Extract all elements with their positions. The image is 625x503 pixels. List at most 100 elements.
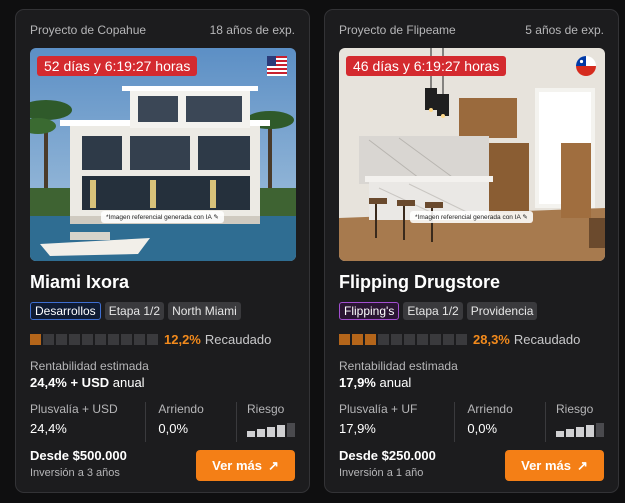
view-more-label: Ver más	[521, 458, 571, 473]
progress-segment	[365, 334, 376, 345]
risk-bar	[267, 427, 275, 437]
progress-segment	[56, 334, 67, 345]
investment-horizon: Inversión a 3 años	[30, 467, 120, 479]
progress-segment	[134, 334, 145, 345]
yield-label: Rentabilidad estimada	[339, 359, 458, 373]
view-more-button[interactable]: Ver más ↗	[505, 450, 604, 481]
min-investment: Desde $250.000	[339, 448, 436, 463]
progress-bar	[339, 334, 469, 345]
ai-image-note: *Imagen referencial generada con IA ✎	[101, 211, 224, 223]
funded-percent: 28,3%	[473, 332, 510, 347]
progress-segment	[417, 334, 428, 345]
progress-segment	[339, 334, 350, 345]
funding-progress: 12,2% Recaudado	[30, 332, 271, 347]
experience-years: 18 años de exp.	[209, 23, 295, 37]
funded-label: Recaudado	[204, 332, 272, 347]
funded-percent: 12,2%	[164, 332, 201, 347]
progress-segment	[43, 334, 54, 345]
risk-meter	[556, 421, 604, 437]
riesgo-label: Riesgo	[556, 402, 594, 416]
plusvalia-value: 17,9%	[339, 421, 376, 436]
progress-segment	[391, 334, 402, 345]
experience-years: 5 años de exp.	[525, 23, 604, 37]
kitchen-interior-illustration	[339, 48, 605, 261]
risk-bar	[287, 423, 295, 437]
arriendo-label: Arriendo	[158, 402, 204, 416]
funded-label: Recaudado	[513, 332, 581, 347]
stat-plusvalia: Plusvalía + UF 17,9%	[339, 402, 454, 442]
tag-list: Flipping's Etapa 1/2 Providencia	[339, 302, 538, 320]
risk-bar	[277, 425, 285, 437]
yield-label: Rentabilidad estimada	[30, 359, 149, 373]
tag-location: North Miami	[168, 302, 241, 320]
yield-number: 24,4% + USD	[30, 375, 110, 390]
plusvalia-label: Plusvalía + UF	[339, 402, 418, 416]
modern-villa-illustration	[30, 48, 296, 261]
investment-horizon: Inversión a 1 año	[339, 467, 424, 479]
tag-stage: Etapa 1/2	[403, 302, 463, 320]
progress-segment	[404, 334, 415, 345]
risk-bar	[257, 429, 265, 437]
project-image[interactable]: 52 días y 6:19:27 horas *Imagen referenc…	[30, 48, 296, 261]
chile-flag-icon	[576, 56, 596, 76]
project-title[interactable]: Flipping Drugstore	[339, 272, 500, 293]
arriendo-value: 0,0%	[467, 421, 498, 436]
risk-bar	[556, 431, 564, 437]
us-flag-icon	[267, 56, 287, 76]
tag-category: Flipping's	[339, 302, 400, 320]
plusvalia-label: Plusvalía + USD	[30, 402, 118, 416]
stat-arriendo: Arriendo 0,0%	[454, 402, 545, 442]
yield-value: 17,9% anual	[339, 375, 411, 390]
yield-number: 17,9%	[339, 375, 376, 390]
arriendo-value: 0,0%	[158, 421, 189, 436]
view-more-label: Ver más	[212, 458, 262, 473]
stats-row: Plusvalía + UF 17,9% Arriendo 0,0% Riesg…	[339, 402, 604, 442]
project-image[interactable]: 46 días y 6:19:27 horas *Imagen referenc…	[339, 48, 605, 261]
progress-segment	[443, 334, 454, 345]
developer-name: Proyecto de Flipeame	[339, 23, 456, 37]
ai-image-note: *Imagen referencial generada con IA ✎	[410, 211, 533, 223]
tag-category: Desarrollos	[30, 302, 101, 320]
risk-bar	[566, 429, 574, 437]
progress-segment	[352, 334, 363, 345]
progress-segment	[121, 334, 132, 345]
countdown-badge: 46 días y 6:19:27 horas	[346, 56, 507, 76]
developer-name: Proyecto de Copahue	[30, 23, 147, 37]
arrow-up-right-icon: ↗	[576, 457, 588, 473]
min-investment: Desde $500.000	[30, 448, 127, 463]
risk-bar	[586, 425, 594, 437]
stat-arriendo: Arriendo 0,0%	[145, 402, 236, 442]
yield-suffix: anual	[379, 375, 412, 390]
tag-location: Providencia	[466, 302, 538, 320]
yield-suffix: anual	[112, 375, 145, 390]
card-header: Proyecto de Flipeame 5 años de exp.	[339, 23, 604, 37]
progress-segment	[95, 334, 106, 345]
stat-riesgo: Riesgo	[236, 402, 295, 442]
arrow-up-right-icon: ↗	[267, 457, 279, 473]
progress-segment	[82, 334, 93, 345]
project-card-flipping-drugstore[interactable]: Proyecto de Flipeame 5 años de exp. 46 d…	[324, 9, 619, 493]
project-title[interactable]: Miami Ixora	[30, 272, 129, 293]
progress-bar	[30, 334, 160, 345]
progress-segment	[69, 334, 80, 345]
progress-segment	[147, 334, 158, 345]
progress-segment	[430, 334, 441, 345]
riesgo-label: Riesgo	[247, 402, 285, 416]
arriendo-label: Arriendo	[467, 402, 513, 416]
progress-segment	[108, 334, 119, 345]
progress-segment	[378, 334, 389, 345]
plusvalia-value: 24,4%	[30, 421, 67, 436]
card-header: Proyecto de Copahue 18 años de exp.	[30, 23, 295, 37]
tag-stage: Etapa 1/2	[104, 302, 165, 320]
view-more-button[interactable]: Ver más ↗	[196, 450, 295, 481]
risk-bar	[576, 427, 584, 437]
risk-bar	[596, 423, 604, 437]
yield-value: 24,4% + USD anual	[30, 375, 145, 390]
progress-segment	[30, 334, 41, 345]
tag-list: Desarrollos Etapa 1/2 North Miami	[30, 302, 241, 320]
stat-plusvalia: Plusvalía + USD 24,4%	[30, 402, 145, 442]
funding-progress: 28,3% Recaudado	[339, 332, 580, 347]
risk-meter	[247, 421, 295, 437]
project-card-miami-ixora[interactable]: Proyecto de Copahue 18 años de exp. 52 d…	[15, 9, 310, 493]
risk-bar	[247, 431, 255, 437]
